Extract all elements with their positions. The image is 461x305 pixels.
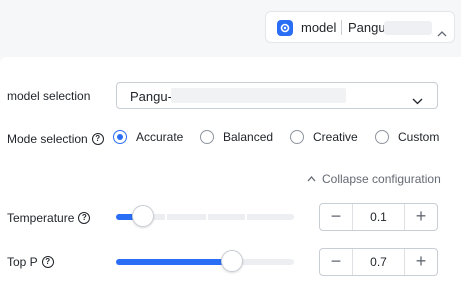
top-p-slider[interactable] <box>116 250 294 272</box>
model-switcher[interactable]: model Pangu- <box>265 11 455 43</box>
radio-dot <box>290 130 304 144</box>
radio-dot <box>200 130 214 144</box>
mode-option-label: Creative <box>313 130 358 144</box>
redacted-model-name <box>171 88 346 103</box>
top-p-stepper[interactable]: − 0.7 + <box>319 248 438 276</box>
chevron-up-icon <box>437 24 447 42</box>
chevron-down-icon <box>412 92 423 110</box>
collapse-label: Collapse configuration <box>322 172 441 186</box>
increment-button[interactable]: + <box>404 204 437 230</box>
top-p-value[interactable]: 0.7 <box>352 255 405 269</box>
divider <box>341 20 342 35</box>
top-p-label: Top P? <box>7 255 54 269</box>
slider-segment <box>165 214 167 220</box>
help-icon[interactable]: ? <box>91 132 104 145</box>
decrement-button[interactable]: − <box>320 204 353 230</box>
slider-fill <box>116 259 232 265</box>
increment-button[interactable]: + <box>404 249 437 275</box>
help-icon[interactable]: ? <box>78 211 91 224</box>
temperature-stepper[interactable]: − 0.1 + <box>319 203 438 231</box>
slider-segment <box>245 214 247 220</box>
model-logo-icon <box>277 20 293 36</box>
redacted-model-name <box>384 21 432 35</box>
model-selection-label: model selection <box>7 89 91 103</box>
mode-option-label: Custom <box>398 130 440 144</box>
temperature-label: Temperature? <box>7 211 91 225</box>
model-select[interactable]: Pangu- <box>116 82 438 109</box>
model-label: model <box>301 20 337 35</box>
mode-selection-label: Mode selection? <box>7 132 104 146</box>
radio-dot <box>375 130 389 144</box>
radio-dot <box>113 130 127 144</box>
config-panel: model selection Pangu- Mode selection? A… <box>0 57 461 305</box>
slider-segment <box>206 214 208 220</box>
mode-option-label: Accurate <box>136 130 184 144</box>
decrement-button[interactable]: − <box>320 249 353 275</box>
chevron-up-icon <box>307 175 316 182</box>
mode-option-label: Balanced <box>223 130 274 144</box>
collapse-configuration-link[interactable]: Collapse configuration <box>307 172 441 186</box>
help-icon[interactable]: ? <box>41 255 54 268</box>
model-select-value: Pangu- <box>130 89 172 104</box>
temperature-value[interactable]: 0.1 <box>352 210 405 224</box>
temperature-slider[interactable] <box>116 205 294 227</box>
slider-thumb[interactable] <box>131 205 154 227</box>
slider-thumb[interactable] <box>220 250 243 272</box>
